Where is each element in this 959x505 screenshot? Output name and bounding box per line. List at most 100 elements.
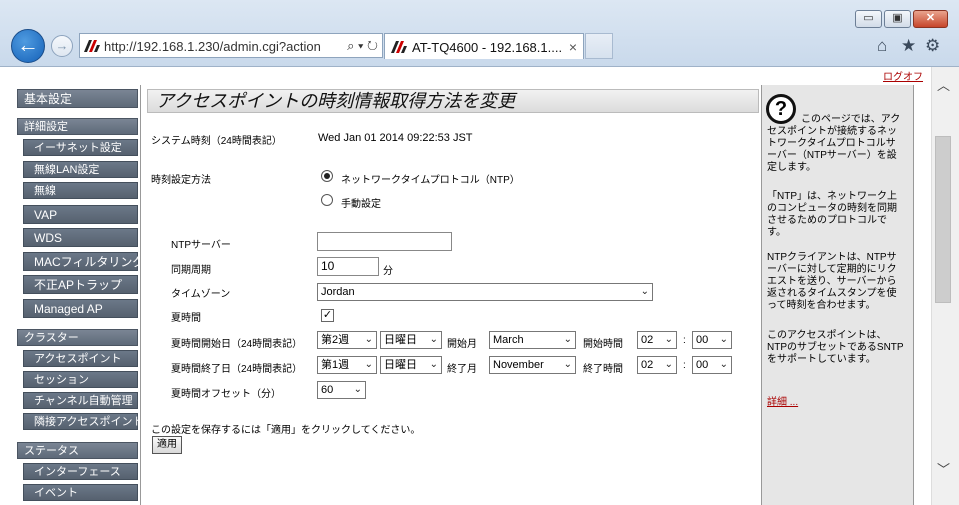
dst-label: 夏時間: [171, 313, 201, 324]
end-month-label: 終了月: [447, 364, 477, 375]
sidebar-item-ethernet[interactable]: イーサネット設定: [23, 139, 138, 156]
end-min-select[interactable]: 00 ⌄: [692, 356, 732, 374]
dst-offset-select[interactable]: 60 ⌄: [317, 381, 366, 399]
dst-start-week-select[interactable]: 第2週 ⌄: [317, 331, 377, 349]
dst-checkbox[interactable]: ✓: [321, 309, 334, 322]
dst-start-label: 夏時間開始日（24時間表記）: [171, 339, 303, 350]
sidebar-item-neighbors[interactable]: 隣接アクセスポイント: [23, 413, 143, 430]
sync-unit-label: 分: [383, 266, 393, 277]
allied-telesis-logo-icon: [84, 40, 100, 52]
apply-button[interactable]: 適用: [152, 436, 182, 454]
maximize-button[interactable]: ▣: [884, 10, 911, 28]
close-window-button[interactable]: ✕: [913, 10, 948, 28]
chevron-down-icon: ⌄: [364, 359, 373, 370]
timezone-label: タイムゾーン: [171, 289, 231, 300]
start-min-value: 00: [696, 334, 709, 346]
radio-ntp[interactable]: [321, 170, 333, 182]
back-arrow-icon: ←: [17, 32, 39, 57]
end-hour-select[interactable]: 02 ⌄: [637, 356, 677, 374]
tab-close-icon[interactable]: ×: [569, 39, 577, 55]
dst-end-week-value: 第1週: [321, 359, 350, 371]
settings-gear-icon[interactable]: ⚙: [925, 36, 940, 56]
logout-link[interactable]: ログオフ: [883, 68, 923, 83]
chevron-down-icon: ⌄: [429, 359, 438, 370]
home-icon[interactable]: ⌂: [877, 36, 887, 56]
end-month-value: November: [493, 359, 544, 371]
end-hour-value: 02: [641, 359, 654, 371]
chevron-down-icon: ⌄: [353, 384, 362, 395]
dst-end-day-select[interactable]: 日曜日 ⌄: [380, 356, 442, 374]
forward-button[interactable]: →: [51, 35, 73, 57]
ntp-server-label: NTPサーバー: [171, 240, 231, 251]
timezone-value: Jordan: [321, 286, 355, 298]
dst-start-day-select[interactable]: 日曜日 ⌄: [380, 331, 442, 349]
chevron-down-icon: ⌄: [719, 359, 728, 370]
dst-start-day-value: 日曜日: [384, 334, 417, 346]
main-panel: アクセスポイントの時刻情報取得方法を変更 システム時刻（24時間表記） Wed …: [140, 85, 760, 505]
sidebar-item-events[interactable]: イベント: [23, 484, 138, 501]
sidebar-section-status[interactable]: ステータス: [17, 442, 138, 459]
system-time-value: Wed Jan 01 2014 09:22:53 JST: [318, 132, 473, 144]
chevron-down-icon: ⌄: [563, 359, 572, 370]
start-colon: :: [683, 335, 686, 346]
system-time-label: システム時刻（24時間表記）: [151, 136, 282, 147]
address-url[interactable]: http://192.168.1.230/admin.cgi?action: [104, 39, 321, 54]
sidebar-item-vap[interactable]: VAP: [23, 205, 138, 224]
sidebar-item-channel[interactable]: チャンネル自動管理: [23, 392, 138, 409]
address-tools-icon[interactable]: ⌕ ▾ ↻: [347, 38, 378, 54]
minimize-button[interactable]: ▭: [855, 10, 882, 28]
help-panel: ? このページでは、アクセスポイントが接続するネットワークタイムプロトコルサーバ…: [761, 85, 914, 505]
start-month-label: 開始月: [447, 339, 477, 350]
sidebar-item-basic[interactable]: 基本設定: [17, 89, 138, 108]
sidebar-item-mac-filter[interactable]: MACフィルタリング: [23, 252, 144, 271]
chevron-down-icon: ⌄: [640, 286, 649, 297]
dst-start-week-value: 第2週: [321, 334, 350, 346]
timezone-select[interactable]: Jordan ⌄: [317, 283, 653, 301]
end-month-select[interactable]: November ⌄: [489, 356, 576, 374]
help-more-link[interactable]: 詳細 ...: [767, 393, 798, 408]
chevron-down-icon: ⌄: [664, 359, 673, 370]
sidebar-item-wireless[interactable]: 無線: [23, 182, 138, 199]
sidebar-section-cluster[interactable]: クラスター: [17, 329, 138, 346]
radio-manual[interactable]: [321, 194, 333, 206]
tab-title: AT-TQ4600 - 192.168.1....: [412, 40, 563, 55]
back-button[interactable]: ←: [11, 29, 45, 63]
sidebar-item-wlan[interactable]: 無線LAN設定: [23, 161, 138, 178]
start-hour-select[interactable]: 02 ⌄: [637, 331, 677, 349]
sidebar-item-interfaces[interactable]: インターフェース: [23, 463, 138, 480]
scroll-down-icon[interactable]: ﹀: [937, 459, 950, 478]
scrollbar-thumb[interactable]: [935, 136, 951, 303]
chevron-down-icon: ⌄: [563, 334, 572, 345]
sidebar-item-managed-ap[interactable]: Managed AP: [23, 299, 138, 318]
end-min-value: 00: [696, 359, 709, 371]
scroll-up-icon[interactable]: ︿: [937, 75, 950, 94]
sidebar-item-sessions[interactable]: セッション: [23, 371, 138, 388]
ntp-server-input[interactable]: [317, 232, 452, 251]
chevron-down-icon: ⌄: [364, 334, 373, 345]
sync-interval-input[interactable]: 10: [317, 257, 379, 276]
start-month-select[interactable]: March ⌄: [489, 331, 576, 349]
vertical-scrollbar[interactable]: ︿ ﹀: [931, 67, 959, 505]
start-time-label: 開始時間: [583, 339, 623, 350]
help-paragraph-4: このアクセスポイントは、NTPのサブセットであるSNTPをサポートしています。: [767, 330, 904, 365]
favorites-star-icon[interactable]: ★: [901, 36, 916, 56]
sidebar-item-wds[interactable]: WDS: [23, 228, 138, 247]
new-tab-button[interactable]: [585, 33, 613, 59]
dst-end-week-select[interactable]: 第1週 ⌄: [317, 356, 377, 374]
forward-arrow-icon: →: [55, 38, 69, 53]
start-hour-value: 02: [641, 334, 654, 346]
chevron-down-icon: ⌄: [664, 334, 673, 345]
start-month-value: March: [493, 334, 524, 346]
sidebar-section-advanced[interactable]: 詳細設定: [17, 118, 138, 135]
help-paragraph-3: NTPクライアントは、NTPサーバーに対して定期的にリクエストを送り、サーバーか…: [767, 252, 897, 311]
start-min-select[interactable]: 00 ⌄: [692, 331, 732, 349]
browser-tab[interactable]: AT-TQ4600 - 192.168.1.... ×: [384, 33, 584, 59]
address-bar[interactable]: http://192.168.1.230/admin.cgi?action ⌕ …: [79, 33, 383, 58]
time-method-label: 時刻設定方法: [151, 175, 211, 186]
tab-favicon-icon: [391, 41, 407, 53]
save-note: この設定を保存するには「適用」をクリックしてください。: [151, 425, 421, 436]
radio-manual-label: 手動設定: [341, 199, 381, 210]
help-paragraph-1: このページでは、アクセスポイントが接続するネットワークタイムプロトコルサーバー（…: [767, 114, 901, 173]
sidebar-item-rogue-ap[interactable]: 不正APトラップ: [23, 275, 138, 294]
sidebar-item-access-points[interactable]: アクセスポイント: [23, 350, 138, 367]
